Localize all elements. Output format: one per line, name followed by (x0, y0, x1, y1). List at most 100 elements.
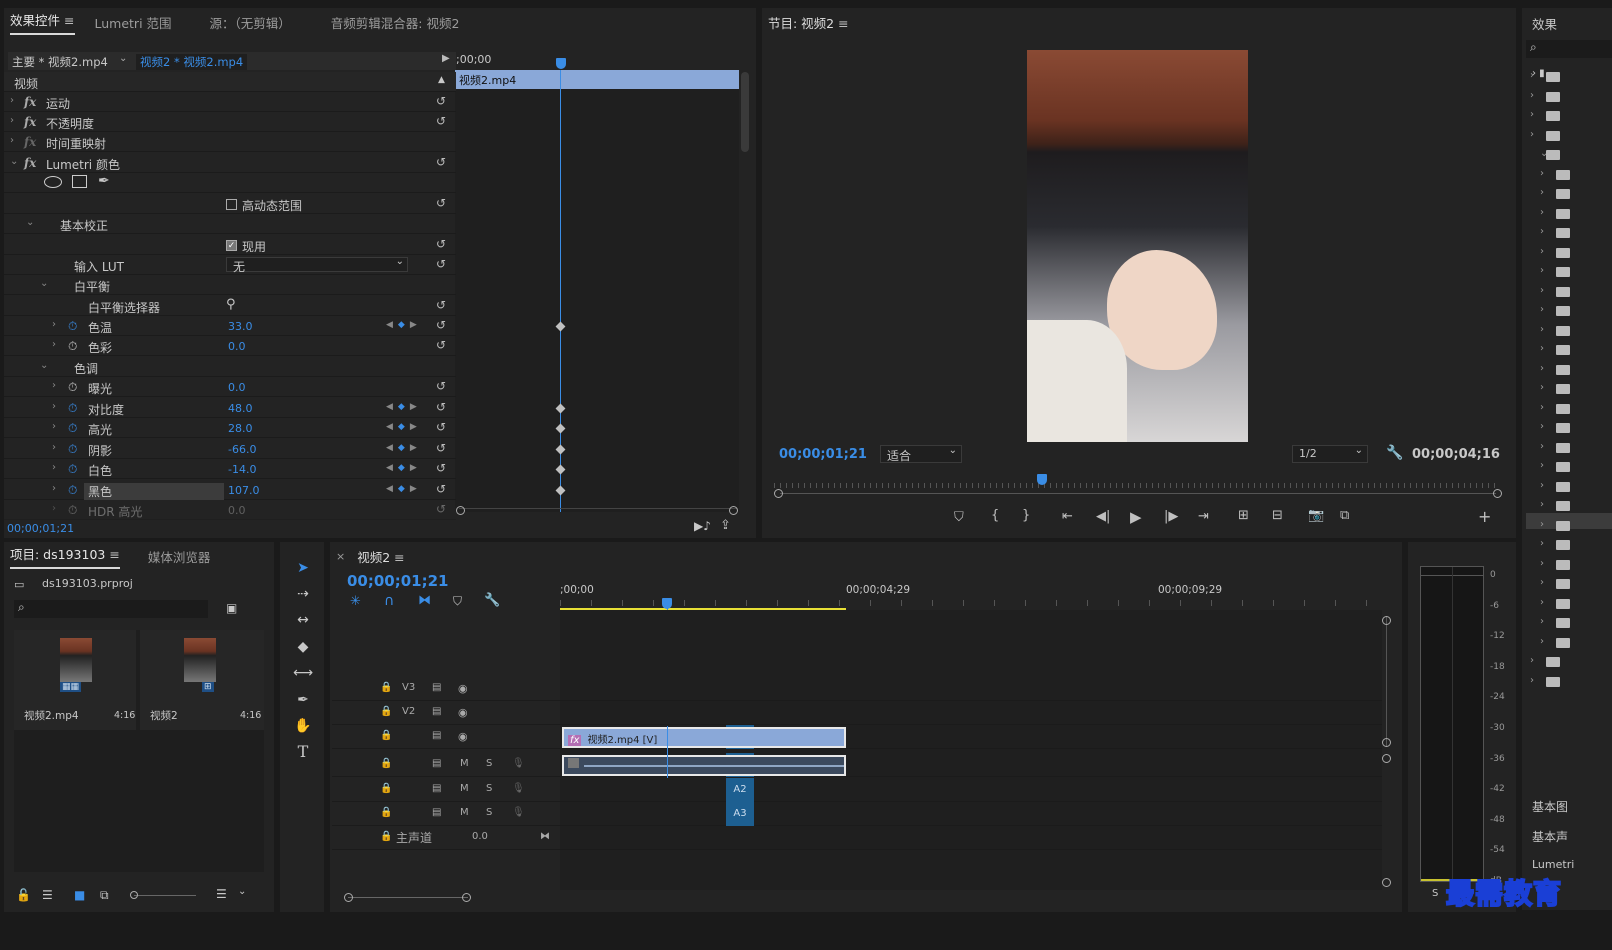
white-balance-row[interactable]: ⌄ 白平衡 (4, 275, 456, 295)
project-item[interactable]: ▦▦ 视频2.mp4 4:16 (14, 630, 136, 730)
chevron-right-icon[interactable]: › (1540, 285, 1544, 296)
menu-icon[interactable]: ≡ (109, 547, 119, 562)
param-row-tint[interactable]: › ⏱ 色彩 0.0 ↺ (4, 336, 456, 356)
reset-icon[interactable]: ↺ (436, 298, 446, 312)
param-value[interactable]: 48.0 (228, 402, 253, 415)
master-clip-label[interactable]: 主要 * 视频2.mp4 (12, 54, 108, 70)
param-row-contrast[interactable]: › ⏱ 对比度 48.0 ◀◆▶ ↺ (4, 398, 456, 418)
lock-icon[interactable]: 🔒 (380, 730, 392, 741)
audio-clip[interactable] (562, 755, 846, 776)
fx-time-remap-row[interactable]: › fx 时间重映射 (4, 132, 456, 152)
lock-icon[interactable]: 🔒 (380, 783, 392, 794)
keyframe-nav-icon[interactable]: ◀◆▶ (386, 484, 422, 494)
add-marker-icon[interactable]: ⛉ (954, 510, 964, 525)
lumetri-tab[interactable]: Lumetri (1532, 858, 1574, 871)
param-row-whites[interactable]: › ⏱ 白色 -14.0 ◀◆▶ ↺ (4, 459, 456, 479)
add-button-icon[interactable]: + (1478, 507, 1491, 526)
essential-sound-tab[interactable]: 基本声 (1532, 828, 1568, 845)
mark-in-icon[interactable]: { (991, 508, 999, 523)
stopwatch-icon[interactable]: ⏱ (68, 462, 77, 477)
chevron-right-icon[interactable]: › (1540, 480, 1544, 491)
tab-effect-controls[interactable]: 效果控件 ≡ (10, 10, 75, 35)
chevron-right-icon[interactable]: › (1540, 207, 1544, 218)
zoom-slider[interactable] (134, 895, 196, 896)
tab-media-browser[interactable]: 媒体浏览器 (148, 547, 211, 566)
scroll-handle-right[interactable] (729, 506, 738, 515)
stopwatch-icon[interactable]: ⏱ (68, 421, 77, 436)
microphone-icon[interactable]: 🎙 (512, 758, 525, 769)
keyframe-nav-icon[interactable]: ◀◆▶ (386, 320, 422, 330)
chevron-right-icon[interactable]: › (1540, 597, 1544, 608)
chevron-right-icon[interactable]: › (52, 339, 56, 350)
chevron-right-icon[interactable]: › (10, 115, 14, 126)
param-value[interactable]: 107.0 (228, 484, 260, 497)
freeform-view-icon[interactable]: ⧉ (100, 888, 109, 903)
go-to-out-icon[interactable]: ⇥ (1198, 509, 1209, 524)
reset-icon[interactable]: ↺ (436, 502, 446, 516)
scroll-handle[interactable] (1382, 738, 1391, 747)
go-to-in-icon[interactable]: ⇤ (1062, 509, 1073, 524)
chevron-right-icon[interactable]: › (1530, 675, 1534, 686)
mute-button[interactable]: M (460, 758, 469, 769)
mini-playhead-handle[interactable] (556, 58, 566, 69)
chevron-down-icon[interactable]: ⌄ (119, 53, 127, 64)
reset-icon[interactable]: ↺ (436, 461, 446, 475)
keyframe-nav-icon[interactable]: ◀◆▶ (386, 463, 422, 473)
pen-tool-icon[interactable]: ✒ (291, 689, 315, 711)
chevron-right-icon[interactable]: › (1540, 519, 1544, 530)
mute-button[interactable]: M (460, 783, 469, 794)
list-view-icon[interactable]: ☰ (42, 888, 53, 902)
chevron-right-icon[interactable]: › (1540, 304, 1544, 315)
tab-audio-clip-mixer[interactable]: 音频剪辑混合器: 视频2 (331, 13, 460, 32)
slip-tool-icon[interactable]: ⟷ (291, 662, 315, 684)
effects-title[interactable]: 效果 (1532, 14, 1557, 33)
step-forward-icon[interactable]: |▶ (1164, 509, 1178, 524)
lock-icon[interactable]: 🔓 (16, 888, 31, 902)
hand-tool-icon[interactable]: ✋ (291, 715, 315, 737)
chevron-right-icon[interactable]: › (1540, 402, 1544, 413)
stopwatch-icon[interactable]: ⏱ (68, 380, 77, 395)
keyframe-nav-icon[interactable]: ◀◆▶ (386, 422, 422, 432)
sync-lock-icon[interactable]: ▤ (432, 682, 441, 693)
fit-select[interactable]: 适合 ⌄ (880, 445, 962, 463)
keyframe-nav-icon[interactable]: ◀◆▶ (386, 402, 422, 412)
track-target-a3[interactable]: A3 (726, 802, 754, 826)
type-tool-icon[interactable]: T (291, 741, 315, 763)
timeline-v-scrollbar[interactable] (1386, 616, 1387, 746)
reset-icon[interactable]: ↺ (436, 338, 446, 352)
chevron-down-icon[interactable]: ⌄ (40, 278, 48, 289)
play-audio-icon[interactable]: ▶♪ (694, 519, 711, 533)
scroll-handle-right[interactable] (1493, 489, 1502, 498)
scroll-handle[interactable] (1382, 754, 1391, 763)
chevron-right-icon[interactable]: › (10, 135, 14, 146)
resolution-select[interactable]: 1/2 ⌄ (1292, 445, 1368, 463)
hdr-checkbox[interactable] (226, 199, 237, 210)
chevron-right-icon[interactable]: › (52, 401, 56, 412)
eye-icon[interactable]: ◉ (458, 730, 468, 743)
stopwatch-icon[interactable]: ⏱ (68, 483, 77, 498)
basic-correction-row[interactable]: ⌄ 基本校正 (4, 214, 456, 234)
param-value[interactable]: 33.0 (228, 320, 253, 333)
stopwatch-icon[interactable]: ⏱ (68, 401, 77, 416)
zoom-slider-handle[interactable] (130, 891, 138, 899)
param-row-blacks[interactable]: › ⏱ 黑色 107.0 ◀◆▶ ↺ (4, 480, 456, 500)
eyedropper-icon[interactable]: ⚲ (226, 297, 236, 312)
lock-icon[interactable]: 🔒 (380, 706, 392, 717)
chevron-right-icon[interactable]: › (1540, 636, 1544, 647)
sync-lock-icon[interactable]: ▤ (432, 706, 441, 717)
ec-horizontal-scrollbar[interactable] (459, 508, 737, 514)
sort-icon[interactable]: ☰ (216, 887, 227, 901)
menu-icon[interactable]: ≡ (64, 13, 74, 28)
chevron-right-icon[interactable]: › (1540, 168, 1544, 179)
tab-sequence[interactable]: 视频2 ≡ (357, 547, 404, 566)
linked-selection-icon[interactable]: ∩ (384, 593, 394, 609)
timeline-h-scrollbar[interactable] (348, 897, 468, 898)
chevron-right-icon[interactable]: › (1540, 460, 1544, 471)
chevron-right-icon[interactable]: › (1540, 343, 1544, 354)
chevron-right-icon[interactable]: › (1540, 382, 1544, 393)
chevron-right-icon[interactable]: › (1540, 538, 1544, 549)
chevron-right-icon[interactable]: › (1540, 616, 1544, 627)
tab-lumetri-scopes[interactable]: Lumetri 范围 (95, 13, 172, 32)
param-row-hdr-highlights[interactable]: › ⏱ HDR 高光 0.0 ↺ (4, 500, 456, 520)
reset-icon[interactable]: ↺ (436, 441, 446, 455)
